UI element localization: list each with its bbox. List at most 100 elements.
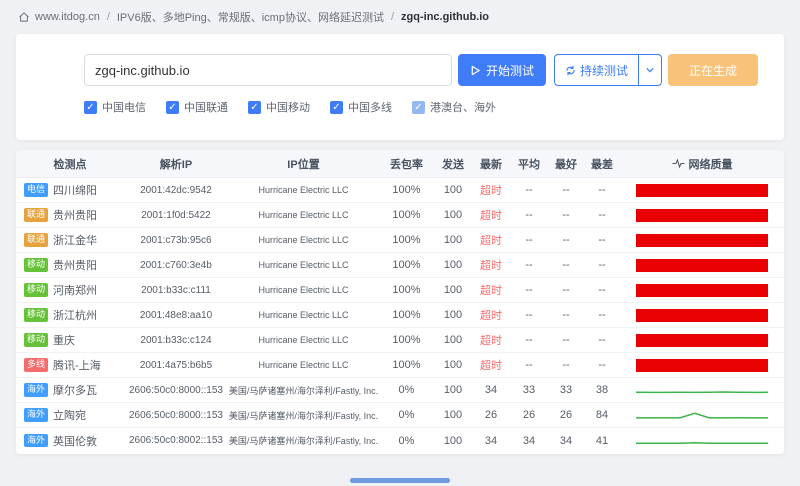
generating-button[interactable]: 正在生成 (668, 54, 758, 86)
cell-best: 26 (548, 409, 584, 421)
carrier-checkbox[interactable]: ✓港澳台、海外 (412, 99, 496, 115)
column-header-label: 最好 (555, 156, 577, 172)
node-name: 腾讯-上海 (53, 357, 101, 373)
table-row: 移动浙江杭州2001:48e8:aa10Hurricane Electric L… (16, 303, 784, 328)
cell-node: 移动河南郑州 (16, 282, 124, 298)
cell-average: -- (510, 184, 548, 196)
table-row: 移动贵州贵阳2001:c760:3e4bHurricane Electric L… (16, 253, 784, 278)
carrier-badge: 电信 (24, 183, 48, 197)
quality-sparkline (636, 408, 768, 422)
breadcrumb-home[interactable]: www.itdog.cn (35, 11, 100, 23)
column-header-8: 最好 (548, 156, 584, 172)
carrier-filter-row: ✓中国电信✓中国联通✓中国移动✓中国多线✓港澳台、海外 (84, 99, 784, 115)
cell-ip-location: 美国/马萨诸塞州/海尔泽利/Fastly, Inc. (228, 384, 379, 397)
cell-worst: -- (584, 234, 620, 246)
cell-network-quality (620, 383, 784, 397)
cell-network-quality (620, 209, 784, 222)
checkbox-icon: ✓ (330, 101, 343, 114)
table-row: 联通贵州贵阳2001:1f0d:5422Hurricane Electric L… (16, 203, 784, 228)
test-controls-card: 开始测试 持续测试 正在生成 ✓中国电信✓中国联通✓中国移动✓中国多线✓港澳台、… (16, 34, 784, 140)
cell-sent: 100 (434, 284, 472, 296)
carrier-badge: 海外 (24, 434, 48, 448)
table-row: 海外英国伦敦2606:50c0:8002::153美国/马萨诸塞州/海尔泽利/F… (16, 428, 784, 453)
cell-network-quality (620, 334, 784, 347)
table-row: 移动河南郑州2001:b33c:c111Hurricane Electric L… (16, 278, 784, 303)
column-header-4: 丢包率 (379, 156, 434, 172)
carrier-checkbox[interactable]: ✓中国电信 (84, 99, 146, 115)
quality-bar-bad (636, 209, 768, 222)
quality-bar-bad (636, 334, 768, 347)
carrier-checkbox[interactable]: ✓中国联通 (166, 99, 228, 115)
cell-network-quality (620, 234, 784, 247)
breadcrumb-separator: / (391, 11, 394, 23)
checkbox-icon: ✓ (248, 101, 261, 114)
carrier-badge: 移动 (24, 258, 48, 272)
column-header-6: 最新 (472, 156, 510, 172)
carrier-checkbox[interactable]: ✓ 中国多线 (330, 99, 392, 115)
cell-worst: -- (584, 259, 620, 271)
column-header-10: 网络质量 (620, 156, 784, 172)
cell-loss-rate: 100% (379, 259, 434, 271)
cell-sent: 100 (434, 259, 472, 271)
target-host-input[interactable] (84, 54, 452, 86)
cell-resolved-ip: 2001:b33c:c124 (124, 335, 228, 346)
cell-sent: 100 (434, 409, 472, 421)
carrier-badge: 联通 (24, 233, 48, 247)
continuous-test-main[interactable]: 持续测试 (555, 55, 638, 85)
cell-best: -- (548, 309, 584, 321)
column-header-label: 解析IP (160, 156, 192, 172)
start-test-button[interactable]: 开始测试 (458, 54, 546, 86)
cell-node: 联通贵州贵阳 (16, 207, 124, 223)
cell-node: 联通浙江金华 (16, 232, 124, 248)
chevron-down-icon[interactable] (638, 55, 661, 85)
cell-resolved-ip: 2001:4a75:b6b5 (124, 360, 228, 371)
node-name: 贵州贵阳 (53, 207, 97, 223)
cell-loss-rate: 0% (379, 384, 434, 396)
cell-ip-location: Hurricane Electric LLC (228, 335, 379, 345)
cell-resolved-ip: 2001:c73b:95c6 (124, 235, 228, 246)
cell-network-quality (620, 259, 784, 272)
carrier-checkbox[interactable]: ✓ 中国移动 (248, 99, 310, 115)
cell-sent: 100 (434, 209, 472, 221)
checkbox-label: 中国多线 (348, 99, 392, 115)
node-name: 河南郑州 (53, 282, 97, 298)
cell-best: -- (548, 284, 584, 296)
checkbox-icon: ✓ (84, 101, 97, 114)
cell-sent: 100 (434, 435, 472, 447)
cell-network-quality (620, 434, 784, 448)
checkbox-label: 中国移动 (266, 99, 310, 115)
breadcrumb-section[interactable]: IPV6版、多地Ping、常规版、icmp协议、网络延迟测试 (117, 9, 384, 25)
control-row: 开始测试 持续测试 正在生成 (84, 54, 784, 86)
cell-sent: 100 (434, 334, 472, 346)
cell-network-quality (620, 184, 784, 197)
column-header-label: 最新 (480, 156, 502, 172)
cell-ip-location: Hurricane Electric LLC (228, 310, 379, 320)
node-name: 浙江金华 (53, 232, 97, 248)
column-header-label: 平均 (518, 156, 540, 172)
play-icon (470, 65, 481, 76)
cell-loss-rate: 0% (379, 409, 434, 421)
cell-average: -- (510, 234, 548, 246)
quality-bar-bad (636, 284, 768, 297)
breadcrumb-separator: / (107, 11, 110, 23)
cell-network-quality (620, 359, 784, 372)
quality-bar-bad (636, 309, 768, 322)
cell-ip-location: Hurricane Electric LLC (228, 185, 379, 195)
column-header-label: 丢包率 (390, 156, 423, 172)
checkbox-label: 港澳台、海外 (430, 99, 496, 115)
table-row: 移动重庆2001:b33c:c124Hurricane Electric LLC… (16, 328, 784, 353)
checkbox-label: 中国联通 (184, 99, 228, 115)
table-row: 电信四川绵阳2001:42dc:9542Hurricane Electric L… (16, 178, 784, 203)
cell-ip-location: Hurricane Electric LLC (228, 360, 379, 370)
cell-average: -- (510, 259, 548, 271)
cell-best: 33 (548, 384, 584, 396)
breadcrumb-target: zgq-inc.github.io (401, 11, 489, 23)
cell-latest: 34 (472, 384, 510, 396)
cell-node: 海外摩尔多瓦 (16, 382, 124, 398)
cell-network-quality (620, 408, 784, 422)
cell-loss-rate: 0% (379, 435, 434, 447)
carrier-badge: 联通 (24, 208, 48, 222)
cell-ip-location: Hurricane Electric LLC (228, 285, 379, 295)
continuous-test-button[interactable]: 持续测试 (554, 54, 662, 86)
horizontal-scrollbar-thumb[interactable] (350, 478, 450, 483)
